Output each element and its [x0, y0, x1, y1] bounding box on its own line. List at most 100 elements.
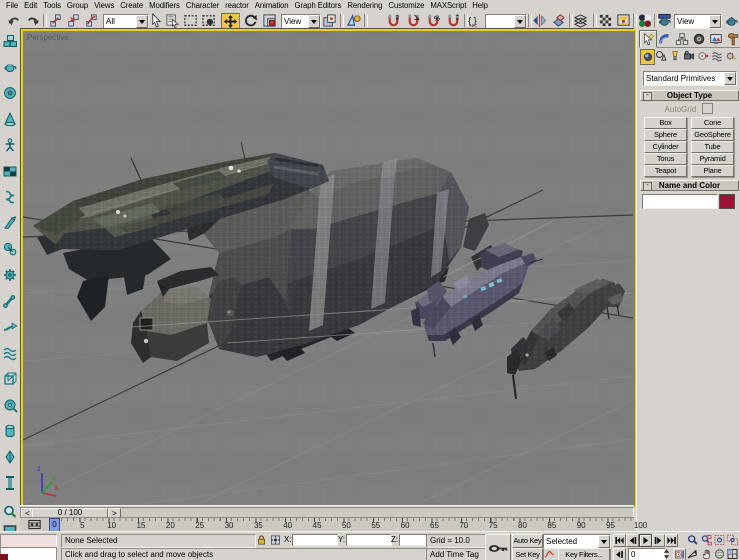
- select-by-name-icon[interactable]: [164, 13, 181, 28]
- zoom-region-icon[interactable]: [2, 504, 18, 520]
- name-color-rollout-header[interactable]: - Name and Color: [640, 180, 739, 191]
- category-lights[interactable]: [668, 49, 681, 63]
- y-coordinate-field[interactable]: [346, 534, 392, 546]
- object-type-button[interactable]: Tube: [691, 141, 734, 153]
- time-configuration-icon[interactable]: [673, 548, 686, 560]
- object-type-button[interactable]: Cone: [691, 117, 734, 129]
- perspective-viewport[interactable]: z x y Perspective: [21, 29, 637, 508]
- quick-render-icon[interactable]: [723, 13, 740, 28]
- category-geometry[interactable]: [640, 49, 655, 65]
- teapot-primitive-icon[interactable]: [2, 59, 18, 75]
- menu-item[interactable]: File: [3, 0, 21, 12]
- category-shapes[interactable]: [654, 49, 667, 63]
- selected-filter-dropdown[interactable]: Selected: [543, 534, 611, 549]
- cylinder-primitive-icon[interactable]: [2, 423, 18, 439]
- category-cameras[interactable]: [682, 49, 695, 63]
- object-type-button[interactable]: GeoSphere: [691, 129, 734, 141]
- autogrid-checkbox[interactable]: [702, 103, 713, 114]
- biped-figure-icon[interactable]: [2, 137, 18, 153]
- edit-named-selection-sets-icon[interactable]: ABC: [466, 13, 483, 28]
- field-of-view-icon[interactable]: [686, 548, 699, 560]
- torus-primitive-icon[interactable]: [2, 85, 18, 101]
- menu-item[interactable]: Edit: [21, 0, 40, 12]
- object-type-button[interactable]: Teapot: [644, 165, 687, 177]
- selection-filter-dropdown[interactable]: All: [103, 14, 149, 29]
- spinner-snap-toggle-icon[interactable]: [445, 13, 462, 28]
- tab-create[interactable]: [639, 30, 657, 48]
- knife-icon[interactable]: [2, 215, 18, 231]
- unlink-selection-icon[interactable]: [65, 13, 82, 28]
- key-filters-button[interactable]: Key Filters...: [558, 548, 610, 560]
- x-coordinate-field[interactable]: [292, 534, 338, 546]
- pulley-icon[interactable]: [2, 241, 18, 257]
- time-spinner[interactable]: [663, 548, 670, 560]
- dropdown-arrow-icon[interactable]: [709, 15, 721, 28]
- object-type-button[interactable]: Sphere: [644, 129, 687, 141]
- category-systems[interactable]: [724, 49, 737, 63]
- auto-key-button[interactable]: Auto Key: [512, 534, 543, 548]
- selection-lock-icon[interactable]: [255, 534, 268, 546]
- menu-item[interactable]: Rendering: [344, 0, 385, 12]
- spring-icon[interactable]: [2, 189, 18, 205]
- zoom-all-icon[interactable]: [700, 534, 713, 546]
- go-to-end-button[interactable]: [665, 534, 678, 547]
- menu-item[interactable]: Group: [64, 0, 91, 12]
- spindle-icon[interactable]: [2, 449, 18, 465]
- cone-primitive-icon[interactable]: [2, 111, 18, 127]
- bind-to-space-warp-icon[interactable]: [83, 13, 100, 28]
- object-type-button[interactable]: Torus: [644, 153, 687, 165]
- current-time-field[interactable]: 0: [628, 548, 666, 560]
- next-frame-button[interactable]: [652, 534, 665, 547]
- object-type-rollout-header[interactable]: - Object Type: [640, 90, 739, 101]
- material-editor-icon[interactable]: [636, 13, 653, 28]
- pan-view-icon[interactable]: [700, 548, 713, 560]
- box-primitive-icon[interactable]: [2, 33, 18, 49]
- select-object-icon[interactable]: [148, 13, 165, 28]
- set-key-button[interactable]: Set Key: [512, 548, 543, 560]
- tab-motion[interactable]: [690, 30, 708, 48]
- menu-item[interactable]: Customize: [385, 0, 427, 12]
- object-name-field[interactable]: [642, 194, 718, 209]
- dummy-helper-icon[interactable]: [2, 371, 18, 387]
- reference-coordinate-system-dropdown[interactable]: View: [281, 14, 321, 29]
- zoom-icon[interactable]: [686, 534, 699, 546]
- select-and-scale-icon[interactable]: [261, 13, 278, 28]
- use-pivot-point-center-icon[interactable]: [321, 13, 338, 28]
- named-selection-sets-dropdown[interactable]: [485, 14, 527, 29]
- layer-manager-icon[interactable]: [572, 13, 589, 28]
- object-type-button[interactable]: Plane: [691, 165, 734, 177]
- zoom-extents-all-icon[interactable]: [726, 534, 739, 546]
- select-and-link-icon[interactable]: [47, 13, 64, 28]
- object-type-button[interactable]: Pyramid: [691, 153, 734, 165]
- render-type-dropdown[interactable]: View: [674, 14, 722, 29]
- previous-frame-button[interactable]: [626, 534, 639, 547]
- dropdown-arrow-icon[interactable]: [514, 15, 526, 28]
- maxscript-mini-listener[interactable]: [0, 534, 57, 548]
- bone-icon[interactable]: [2, 293, 18, 309]
- dropdown-arrow-icon[interactable]: [724, 72, 736, 85]
- subcategory-dropdown[interactable]: Standard Primitives: [643, 71, 737, 86]
- render-scene-dialog-icon[interactable]: [615, 13, 632, 28]
- maxscript-listener-line[interactable]: [0, 547, 57, 560]
- viewport-label[interactable]: Perspective: [27, 33, 69, 42]
- select-and-rotate-icon[interactable]: [242, 13, 259, 28]
- key-mode-toggle-button[interactable]: [613, 548, 626, 560]
- tab-hierarchy[interactable]: [673, 30, 691, 48]
- arrow-swoosh-icon[interactable]: [2, 319, 18, 335]
- menu-item[interactable]: MAXScript: [427, 0, 469, 12]
- dropdown-arrow-icon[interactable]: [308, 15, 320, 28]
- tab-modify[interactable]: [656, 30, 674, 48]
- category-space-warps[interactable]: [710, 49, 723, 63]
- absolute-mode-icon[interactable]: [269, 534, 282, 546]
- object-type-button[interactable]: Cylinder: [644, 141, 687, 153]
- menu-item[interactable]: Character: [183, 0, 222, 12]
- menu-item[interactable]: Help: [469, 0, 491, 12]
- play-animation-button[interactable]: [639, 534, 652, 547]
- menu-item[interactable]: Animation: [252, 0, 292, 12]
- collapse-icon[interactable]: -: [643, 182, 652, 191]
- percent-snap-toggle-icon[interactable]: %: [425, 13, 442, 28]
- tab-display[interactable]: [707, 30, 725, 48]
- min-max-toggle-icon[interactable]: [726, 548, 739, 560]
- window-crossing-icon[interactable]: [200, 13, 217, 28]
- mini-curve-editor-icon[interactable]: [26, 518, 43, 531]
